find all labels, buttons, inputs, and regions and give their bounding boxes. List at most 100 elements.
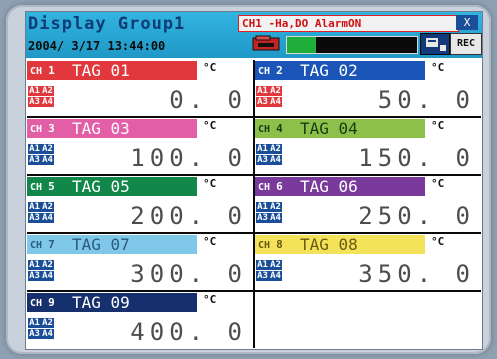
alarm-close-button[interactable]: X <box>456 15 478 30</box>
alarm-indicators: A1 A2 <box>256 202 282 212</box>
alarm-indicators: A3 A4 <box>28 271 54 281</box>
channel-number-value: 4 <box>276 122 283 135</box>
alarm-label: A2 <box>42 86 53 96</box>
alarm-label: A3 <box>257 155 268 165</box>
empty-channel-cell <box>255 292 481 348</box>
alarm-label: A3 <box>257 213 268 223</box>
record-button[interactable]: REC <box>450 33 482 55</box>
channel-cell-6[interactable]: CH 6 TAG 06 °C A1 A2 A3 A4 250. 0 <box>255 176 481 232</box>
channel-number-value: 2 <box>276 64 283 77</box>
channel-cell-8[interactable]: CH 8 TAG 08 °C A1 A2 A3 A4 350. 0 <box>255 234 481 290</box>
alarm-message[interactable]: CH1 -Ha,DO AlarmON <box>238 15 459 32</box>
alarm-label: A2 <box>270 260 281 270</box>
alarm-indicators: A3 A4 <box>28 97 54 107</box>
alarm-label: A3 <box>257 271 268 281</box>
alarm-label: A4 <box>42 97 53 107</box>
alarm-label: A1 <box>29 144 40 154</box>
alarm-label: A4 <box>42 271 53 281</box>
unit-label: °C <box>431 235 445 248</box>
channel-number-value: 3 <box>48 122 55 135</box>
channel-cell-9[interactable]: CH 9 TAG 09 °C A1 A2 A3 A4 400. 0 <box>27 292 253 348</box>
alarm-indicators: A1 A2 <box>28 86 54 96</box>
alarm-label: A2 <box>42 202 53 212</box>
measured-value: 0. 0 <box>169 86 247 114</box>
display-group-title: Display Group1 <box>28 14 186 34</box>
channel-number-value: 7 <box>48 238 55 251</box>
unit-label: °C <box>431 177 445 190</box>
channel-prefix: CH <box>30 66 49 77</box>
alarm-indicators: A3 A4 <box>28 155 54 165</box>
unit-label: °C <box>203 293 217 306</box>
unit-label: °C <box>203 235 217 248</box>
alarm-label: A4 <box>42 329 53 339</box>
tag-name: TAG 09 <box>72 293 130 312</box>
disk-drive-icon <box>252 35 280 51</box>
measured-value: 400. 0 <box>130 318 247 346</box>
alarm-label: A4 <box>42 155 53 165</box>
status-header: Display Group1 2004/ 3/17 13:44:00 CH1 -… <box>26 12 482 58</box>
alarm-indicators: A3 A4 <box>28 213 54 223</box>
date-time-readout: 2004/ 3/17 13:44:00 <box>28 39 166 53</box>
alarm-indicators: A1 A2 <box>256 86 282 96</box>
tag-name: TAG 04 <box>300 119 358 138</box>
measured-value: 250. 0 <box>358 202 475 230</box>
alarm-label: A4 <box>270 155 281 165</box>
alarm-label: A3 <box>29 271 40 281</box>
channel-cell-1[interactable]: CH 1 TAG 01 °C A1 A2 A3 A4 0. 0 <box>27 60 253 116</box>
unit-label: °C <box>203 177 217 190</box>
tag-name: TAG 08 <box>300 235 358 254</box>
channel-number-value: 8 <box>276 238 283 251</box>
tag-bar: CH 6 TAG 06 <box>255 177 425 196</box>
channel-number: CH 5 <box>27 180 72 193</box>
tag-bar: CH 2 TAG 02 <box>255 61 425 80</box>
channel-number-value: 6 <box>276 180 283 193</box>
measured-value: 50. 0 <box>377 86 475 114</box>
unit-label: °C <box>431 61 445 74</box>
channel-number-value: 5 <box>48 180 55 193</box>
unit-label: °C <box>431 119 445 132</box>
tag-bar: CH 5 TAG 05 <box>27 177 197 196</box>
alarm-indicators: A1 A2 <box>256 144 282 154</box>
alarm-label: A4 <box>270 97 281 107</box>
tag-bar: CH 7 TAG 07 <box>27 235 197 254</box>
channel-number: CH 7 <box>27 238 72 251</box>
tag-name: TAG 06 <box>300 177 358 196</box>
tag-name: TAG 05 <box>72 177 130 196</box>
alarm-label: A3 <box>29 213 40 223</box>
alarm-label: A2 <box>42 144 53 154</box>
alarm-indicators: A3 A4 <box>256 97 282 107</box>
alarm-label: A3 <box>29 155 40 165</box>
alarm-label: A3 <box>257 97 268 107</box>
alarm-label: A3 <box>29 97 40 107</box>
tag-name: TAG 03 <box>72 119 130 138</box>
alarm-label: A1 <box>257 86 268 96</box>
alarm-label: A1 <box>29 202 40 212</box>
channel-cell-2[interactable]: CH 2 TAG 02 °C A1 A2 A3 A4 50. 0 <box>255 60 481 116</box>
tag-bar: CH 9 TAG 09 <box>27 293 197 312</box>
alarm-indicators: A3 A4 <box>256 155 282 165</box>
channel-cell-3[interactable]: CH 3 TAG 03 °C A1 A2 A3 A4 100. 0 <box>27 118 253 174</box>
channel-prefix: CH <box>30 298 49 309</box>
measured-value: 300. 0 <box>130 260 247 288</box>
measured-value: 350. 0 <box>358 260 475 288</box>
alarm-label: A1 <box>257 260 268 270</box>
channel-number-value: 9 <box>48 296 55 309</box>
storage-card-icon <box>420 33 450 55</box>
memory-usage-bar <box>286 36 418 54</box>
tag-bar: CH 1 TAG 01 <box>27 61 197 80</box>
channel-prefix: CH <box>258 66 277 77</box>
channel-prefix: CH <box>30 240 49 251</box>
alarm-label: A2 <box>270 144 281 154</box>
channel-cell-4[interactable]: CH 4 TAG 04 °C A1 A2 A3 A4 150. 0 <box>255 118 481 174</box>
channel-prefix: CH <box>258 240 277 251</box>
alarm-indicators: A3 A4 <box>256 213 282 223</box>
display-screen: Display Group1 2004/ 3/17 13:44:00 CH1 -… <box>25 11 483 350</box>
channel-cell-5[interactable]: CH 5 TAG 05 °C A1 A2 A3 A4 200. 0 <box>27 176 253 232</box>
alarm-label: A2 <box>42 260 53 270</box>
channel-cell-7[interactable]: CH 7 TAG 07 °C A1 A2 A3 A4 300. 0 <box>27 234 253 290</box>
tag-name: TAG 01 <box>72 61 130 80</box>
alarm-indicators: A1 A2 <box>28 202 54 212</box>
tag-bar: CH 4 TAG 04 <box>255 119 425 138</box>
alarm-label: A3 <box>29 329 40 339</box>
alarm-indicators: A3 A4 <box>256 271 282 281</box>
